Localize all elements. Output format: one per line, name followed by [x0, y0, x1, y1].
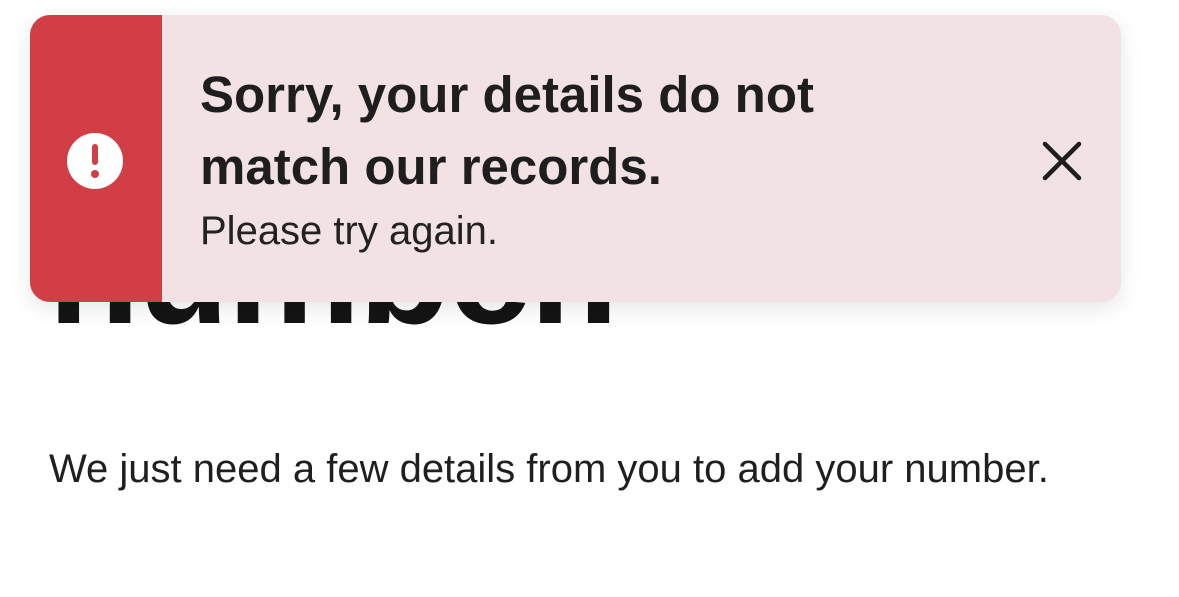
alert-message: Please try again.	[200, 209, 498, 253]
alert-accent-stripe	[30, 15, 162, 302]
close-icon	[1042, 141, 1082, 181]
page-description: We just need a few details from you to a…	[49, 447, 1049, 491]
close-alert-button[interactable]	[1034, 133, 1090, 189]
exclamation-circle-icon	[67, 133, 123, 189]
alert-title: Sorry, your details do not match our rec…	[200, 66, 814, 195]
error-alert: Sorry, your details do not match our rec…	[30, 15, 1121, 302]
